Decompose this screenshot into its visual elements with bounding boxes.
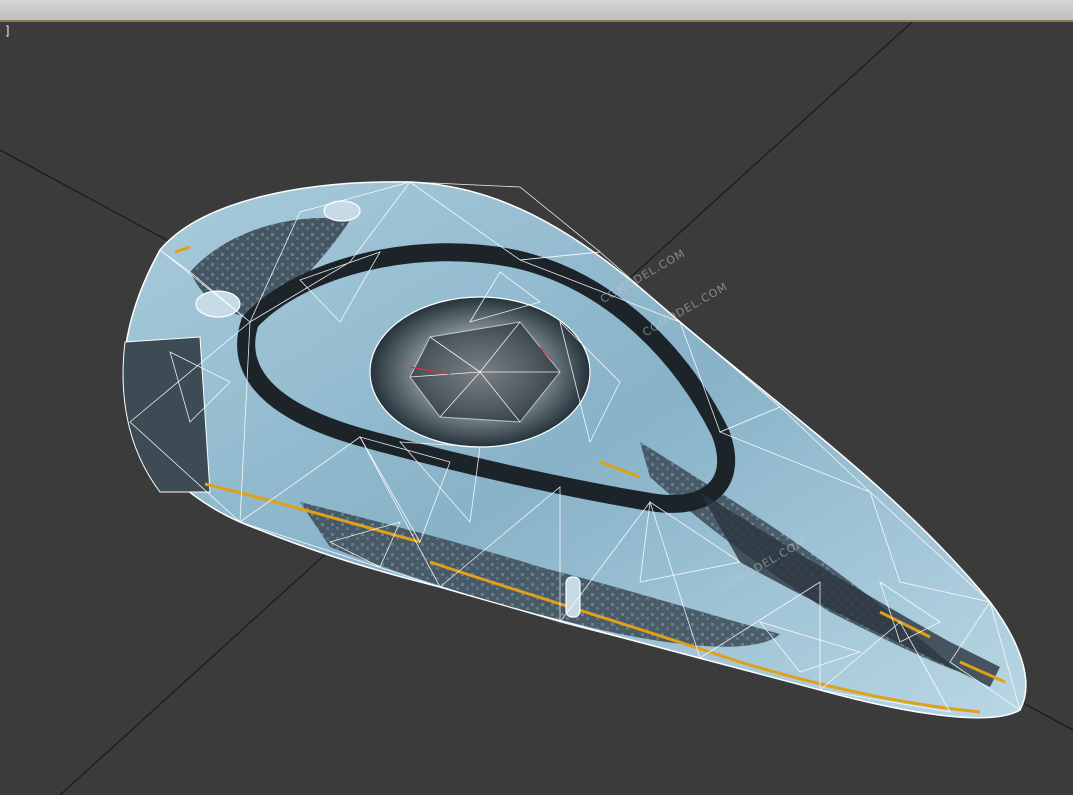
perspective-viewport[interactable]: ] CGMODEL.COM CGMODEL.COM CGMODEL.COM [0,22,1073,795]
scene-canvas: CGMODEL.COM CGMODEL.COM CGMODEL.COM [0,22,1073,795]
spaceship-mesh[interactable] [122,181,1027,719]
window-title-bar [0,0,1073,22]
